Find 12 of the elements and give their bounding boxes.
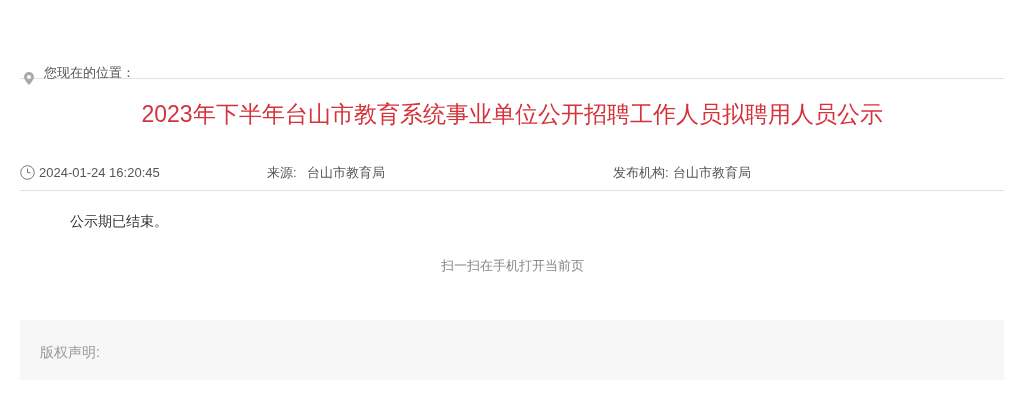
publish-time: 2024-01-24 16:20:45 [39,165,160,180]
breadcrumb-label: 您现在的位置： [44,64,135,82]
publisher-value: 台山市教育局 [672,163,751,182]
copyright-label: 版权声明: [40,344,100,360]
source-label: 来源: [267,163,297,182]
source-value: 台山市教育局 [306,163,385,182]
clock-icon [20,165,35,180]
qr-caption: 扫一扫在手机打开当前页 [440,258,584,273]
publisher-label: 发布机构: [613,163,669,182]
article-title: 2023年下半年台山市教育系统事业单位公开招聘工作人员拟聘用人员公示 [140,100,884,129]
location-pin-icon [24,71,34,85]
body-text: 公示期已结束。 [69,212,169,231]
